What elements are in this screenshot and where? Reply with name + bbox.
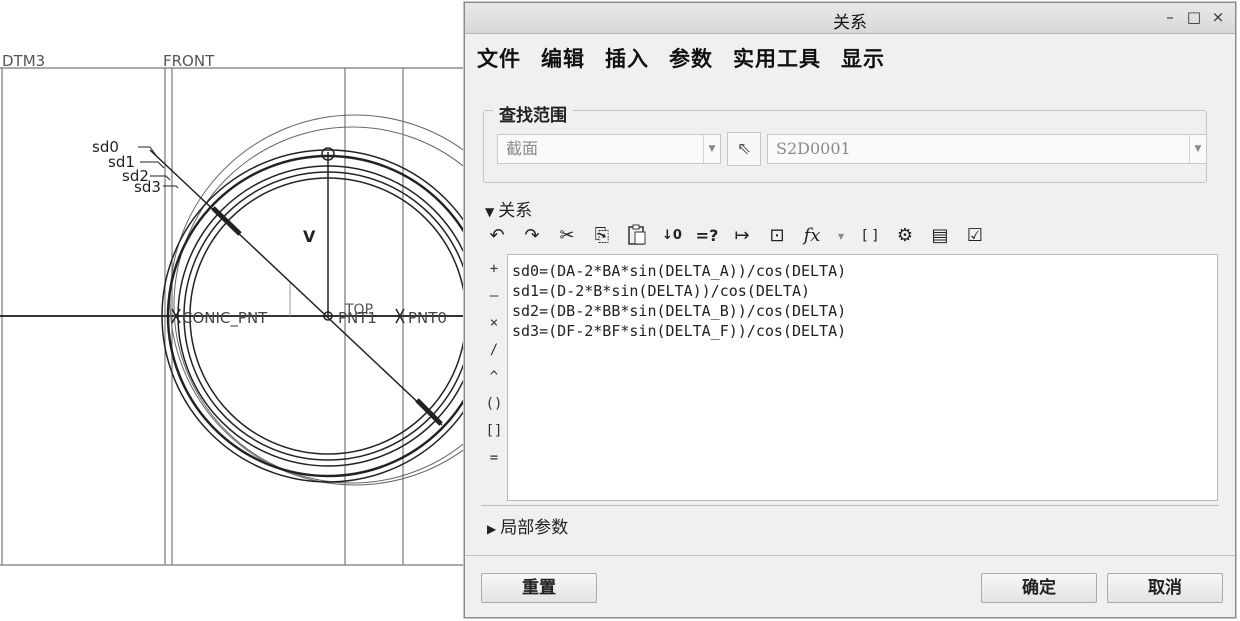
ok-button[interactable]: 确定 (981, 573, 1097, 603)
scope-dropdown[interactable]: 截面 ▼ (497, 134, 721, 164)
menu-edit[interactable]: 编辑 (541, 43, 585, 73)
relations-toolbar: ↶ ↷ ✂ ⎘ ↓0 =? ↦ ⊡ fx ▾ [ ] ⚙ ▤ ☑ (485, 221, 987, 251)
lookup-group-title: 查找范围 (493, 101, 573, 126)
cad-canvas[interactable]: DTM3 FRONT TOP CONIC_PNT PNT1 PNT0 sd0 s… (0, 0, 470, 621)
close-button[interactable]: × (1209, 7, 1227, 27)
item-dropdown-value: S2D0001 (776, 139, 851, 158)
operator-column: + – × / ^ () [] = (483, 256, 505, 472)
vector-label: V (303, 227, 316, 246)
relation-line[interactable]: sd0=(DA-2*BA*sin(DELTA_A))/cos(DELTA) (512, 261, 1213, 281)
operator-power[interactable]: ^ (483, 364, 505, 391)
menu-file[interactable]: 文件 (477, 43, 521, 73)
cut-icon[interactable]: ✂ (555, 223, 579, 249)
undo-icon[interactable]: ↶ (485, 223, 509, 249)
operator-minus[interactable]: – (483, 283, 505, 310)
operator-plus[interactable]: + (483, 256, 505, 283)
copy-icon[interactable]: ⎘ (590, 223, 614, 249)
maximize-button[interactable]: □ (1185, 7, 1203, 27)
minimize-button[interactable]: – (1161, 7, 1179, 27)
display-icon[interactable]: ▤ (928, 223, 952, 249)
operator-parentheses[interactable]: () (483, 391, 505, 418)
operator-multiply[interactable]: × (483, 310, 505, 337)
relations-section-header[interactable]: ▼ 关系 (485, 196, 532, 221)
cursor-arrow-icon: ⇖ (736, 139, 752, 159)
menu-utilities[interactable]: 实用工具 (733, 43, 821, 73)
function-dropdown-icon[interactable]: ▾ (835, 223, 847, 249)
relation-line[interactable]: sd2=(DB-2*BB*sin(DELTA_B))/cos(DELTA) (512, 301, 1213, 321)
cancel-button[interactable]: 取消 (1107, 573, 1223, 603)
datum-label-front: FRONT (163, 52, 215, 70)
point-label-pnt0: PNT0 (408, 309, 447, 327)
paste-icon[interactable] (625, 223, 649, 249)
local-params-section-label: 局部参数 (500, 518, 569, 538)
dimension-icon[interactable]: ↦ (730, 223, 754, 249)
select-arrow-button[interactable]: ⇖ (727, 132, 761, 166)
redo-icon[interactable]: ↷ (520, 223, 544, 249)
point-label-pnt1: PNT1 (338, 309, 377, 327)
section-divider (481, 505, 1219, 506)
operator-brackets[interactable]: [] (483, 418, 505, 445)
evaluate-icon[interactable]: =? (695, 223, 719, 249)
sort-relations-icon[interactable]: ↓0 (660, 223, 684, 249)
function-icon[interactable]: fx (800, 223, 824, 249)
local-params-icon[interactable]: ⚙ (893, 223, 917, 249)
relation-line[interactable]: sd3=(DF-2*BF*sin(DELTA_F))/cos(DELTA) (512, 321, 1213, 341)
brackets-icon[interactable]: [ ] (858, 223, 882, 249)
local-params-section-header[interactable]: ▶ 局部参数 (487, 513, 568, 538)
title-bar[interactable]: 关系 – □ × (465, 3, 1235, 34)
menu-display[interactable]: 显示 (841, 43, 885, 73)
relation-line[interactable]: sd1=(D-2*B*sin(DELTA))/cos(DELTA) (512, 281, 1213, 301)
operator-divide[interactable]: / (483, 337, 505, 364)
verify-icon[interactable]: ⊡ (765, 223, 789, 249)
dimension-label-sd3: sd3 (134, 178, 161, 196)
menu-bar: 文件 编辑 插入 参数 实用工具 显示 (477, 43, 885, 73)
menu-parameters[interactable]: 参数 (669, 43, 713, 73)
triangle-down-icon: ▼ (485, 205, 495, 219)
relations-dialog: 关系 – □ × 文件 编辑 插入 参数 实用工具 显示 查找范围 截面 ▼ ⇖… (464, 2, 1236, 618)
chevron-down-icon: ▼ (1189, 135, 1206, 163)
chevron-down-icon: ▼ (703, 135, 720, 163)
operator-equals[interactable]: = (483, 445, 505, 472)
triangle-right-icon: ▶ (487, 522, 497, 536)
scope-dropdown-value: 截面 (506, 139, 539, 158)
dialog-title: 关系 (833, 13, 867, 33)
footer-divider (465, 555, 1235, 556)
menu-insert[interactable]: 插入 (605, 43, 649, 73)
reset-button[interactable]: 重置 (481, 573, 597, 603)
item-dropdown[interactable]: S2D0001 ▼ (767, 134, 1207, 164)
point-label-conic-pnt: CONIC_PNT (182, 309, 268, 328)
gear-circles (161, 114, 470, 486)
relations-editor[interactable]: sd0=(DA-2*BA*sin(DELTA_A))/cos(DELTA) sd… (507, 254, 1218, 501)
datum-label-dtm3: DTM3 (2, 52, 45, 70)
check-icon[interactable]: ☑ (963, 223, 987, 249)
relations-section-label: 关系 (498, 201, 533, 221)
